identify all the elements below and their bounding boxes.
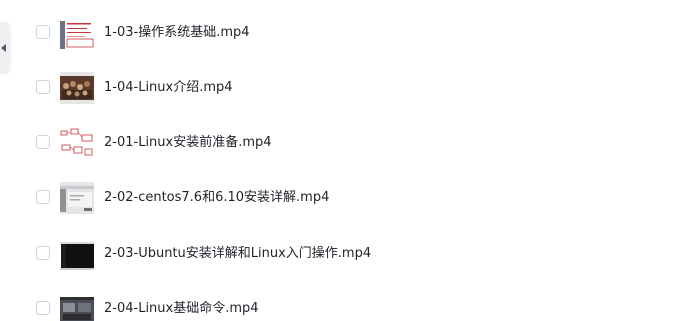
row-checkbox[interactable]	[36, 25, 50, 39]
file-row[interactable]: 1-03-操作系统基础.mp4	[0, 13, 690, 53]
row-checkbox[interactable]	[36, 80, 50, 94]
file-name[interactable]: 2-01-Linux安装前准备.mp4	[104, 134, 272, 152]
file-row[interactable]: 1-04-Linux介绍.mp4	[0, 68, 690, 108]
file-name[interactable]: 2-02-centos7.6和6.10安装详解.mp4	[104, 189, 329, 207]
desktop-thumbnail-icon[interactable]	[60, 293, 94, 321]
file-name[interactable]: 1-04-Linux介绍.mp4	[104, 79, 233, 97]
file-row[interactable]: 2-02-centos7.6和6.10安装详解.mp4	[0, 178, 690, 218]
file-name[interactable]: 2-04-Linux基础命令.mp4	[104, 300, 259, 318]
terminal-thumbnail-icon[interactable]	[60, 238, 94, 270]
row-checkbox[interactable]	[36, 301, 50, 315]
file-row[interactable]: 2-01-Linux安装前准备.mp4	[0, 123, 690, 163]
file-row[interactable]: 2-03-Ubuntu安装详解和Linux入门操作.mp4	[0, 234, 690, 274]
file-name[interactable]: 1-03-操作系统基础.mp4	[104, 24, 250, 42]
photo-thumbnail-icon[interactable]	[60, 72, 94, 104]
installer-thumbnail-icon[interactable]	[60, 182, 94, 214]
row-checkbox[interactable]	[36, 190, 50, 204]
row-checkbox[interactable]	[36, 135, 50, 149]
file-list-panel: 1-03-操作系统基础.mp4 1-04-Linux介绍.mp4 2-01-Li…	[0, 0, 690, 321]
file-row[interactable]: 2-04-Linux基础命令.mp4	[0, 289, 690, 321]
slide-thumbnail-icon[interactable]	[60, 17, 94, 49]
row-checkbox[interactable]	[36, 246, 50, 260]
diagram-thumbnail-icon[interactable]	[60, 127, 94, 159]
file-name[interactable]: 2-03-Ubuntu安装详解和Linux入门操作.mp4	[104, 245, 371, 263]
